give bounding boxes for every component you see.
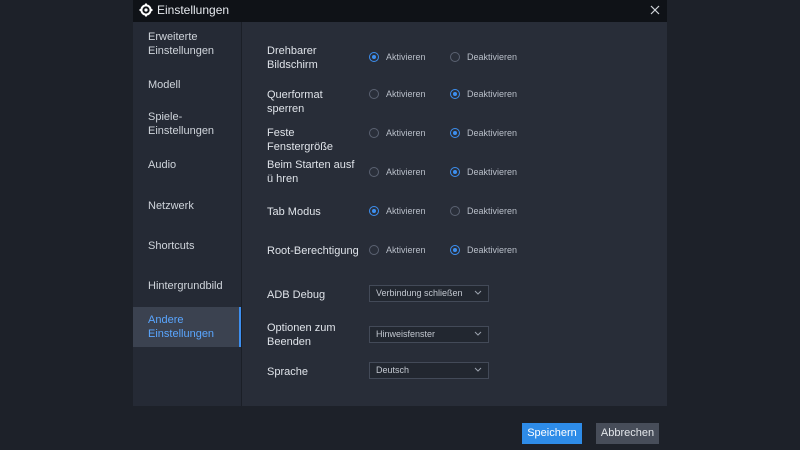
sidebar-item-label: Netzwerk: [148, 200, 194, 212]
radio-label: Deaktivieren: [467, 128, 518, 138]
radio-label: Aktivieren: [386, 128, 426, 138]
exit-options-label: Optionen zum Beenden: [267, 322, 336, 348]
close-icon[interactable]: [648, 3, 662, 17]
radio-dot: [450, 245, 460, 255]
language-value: Deutsch: [376, 365, 410, 375]
radio-dot: [369, 245, 379, 255]
option-label-tab-modus: Tab Modus: [267, 206, 321, 218]
language-label: Sprache: [267, 366, 308, 378]
save-button[interactable]: Speichern: [522, 423, 582, 444]
radio-root-berechtigung-aktivieren[interactable]: Aktivieren: [369, 245, 426, 255]
sidebar-item-spiele-einstellungen[interactable]: Spiele-Einstellungen: [133, 110, 218, 138]
adb-debug-select[interactable]: Verbindung schließen: [369, 285, 489, 302]
radio-dot: [450, 128, 460, 138]
settings-content: Drehbarer Bildschirm Aktivieren Deaktivi…: [242, 22, 667, 406]
sidebar: Erweiterte Einstellungen Modell Spiele-E…: [133, 22, 241, 406]
sidebar-item-erweiterte-einstellungen[interactable]: Erweiterte Einstellungen: [133, 30, 223, 58]
option-label-drehbarer-bildschirm: Drehbarer Bildschirm: [267, 45, 318, 71]
radio-tab-modus-deaktivieren[interactable]: Deaktivieren: [450, 206, 517, 216]
settings-dialog: Einstellungen Erweiterte Einstellungen M…: [133, 0, 667, 450]
radio-querformat-sperren-aktivieren[interactable]: Aktivieren: [369, 89, 426, 99]
radio-dot: [450, 167, 460, 177]
sidebar-item-label: Hintergrundbild: [148, 280, 223, 292]
radio-label: Aktivieren: [386, 52, 426, 62]
radio-label: Deaktivieren: [467, 206, 518, 216]
sidebar-item-label: Audio: [148, 159, 177, 171]
sidebar-item-andere-einstellungen[interactable]: Andere Einstellungen: [133, 307, 241, 347]
radio-label: Deaktivieren: [467, 89, 518, 99]
radio-label: Aktivieren: [386, 167, 426, 177]
radio-feste-fenstergroesse-aktivieren[interactable]: Aktivieren: [369, 128, 426, 138]
window-title: Einstellungen: [157, 3, 230, 17]
sidebar-item-shortcuts[interactable]: Shortcuts: [133, 239, 241, 253]
option-label-beim-starten-ausfuehren: Beim Starten ausfü hren: [267, 159, 355, 185]
adb-debug-label: ADB Debug: [267, 289, 326, 301]
radio-root-berechtigung-deaktivieren[interactable]: Deaktivieren: [450, 245, 517, 255]
title-bar: Einstellungen: [133, 0, 667, 22]
radio-dot: [450, 89, 460, 99]
exit-options-value: Hinweisfenster: [376, 329, 436, 339]
radio-dot: [369, 52, 379, 62]
cancel-button[interactable]: Abbrechen: [596, 423, 659, 444]
dialog-footer: Speichern Abbrechen: [133, 406, 667, 450]
radio-querformat-sperren-deaktivieren[interactable]: Deaktivieren: [450, 89, 517, 99]
sidebar-item-netzwerk[interactable]: Netzwerk: [133, 199, 241, 213]
radio-dot: [369, 167, 379, 177]
radio-label: Deaktivieren: [467, 245, 518, 255]
radio-feste-fenstergroesse-deaktivieren[interactable]: Deaktivieren: [450, 128, 517, 138]
option-label-querformat-sperren: Querformat sperren: [267, 89, 323, 115]
option-label-root-berechtigung: Root-Berechtigung: [267, 245, 359, 257]
sidebar-item-label: Andere Einstellungen: [148, 314, 215, 340]
sidebar-item-label: Erweiterte Einstellungen: [148, 31, 215, 57]
option-label-feste-fenstergroesse: Feste Fenstergröße: [267, 127, 334, 153]
chevron-down-icon: [474, 290, 482, 295]
chevron-down-icon: [474, 367, 482, 372]
radio-beim-starten-deaktivieren[interactable]: Deaktivieren: [450, 167, 517, 177]
exit-options-select[interactable]: Hinweisfenster: [369, 326, 489, 343]
radio-label: Aktivieren: [386, 245, 426, 255]
radio-label: Aktivieren: [386, 89, 426, 99]
radio-dot: [369, 128, 379, 138]
sidebar-item-audio[interactable]: Audio: [133, 158, 241, 172]
radio-tab-modus-aktivieren[interactable]: Aktivieren: [369, 206, 426, 216]
radio-dot: [450, 206, 460, 216]
radio-dot: [369, 89, 379, 99]
radio-beim-starten-aktivieren[interactable]: Aktivieren: [369, 167, 426, 177]
radio-drehbarer-bildschirm-aktivieren[interactable]: Aktivieren: [369, 52, 426, 62]
radio-drehbarer-bildschirm-deaktivieren[interactable]: Deaktivieren: [450, 52, 517, 62]
radio-dot: [450, 52, 460, 62]
adb-debug-value: Verbindung schließen: [376, 288, 463, 298]
sidebar-item-modell[interactable]: Modell: [133, 78, 241, 92]
sidebar-item-label: Shortcuts: [148, 240, 195, 252]
sidebar-item-label: Spiele-Einstellungen: [148, 111, 215, 137]
chevron-down-icon: [474, 331, 482, 336]
radio-dot: [369, 206, 379, 216]
sidebar-item-label: Modell: [148, 79, 181, 91]
gear-icon: [139, 3, 153, 17]
sidebar-item-hintergrundbild[interactable]: Hintergrundbild: [133, 279, 241, 293]
radio-label: Deaktivieren: [467, 167, 518, 177]
radio-label: Deaktivieren: [467, 52, 518, 62]
radio-label: Aktivieren: [386, 206, 426, 216]
language-select[interactable]: Deutsch: [369, 362, 489, 379]
